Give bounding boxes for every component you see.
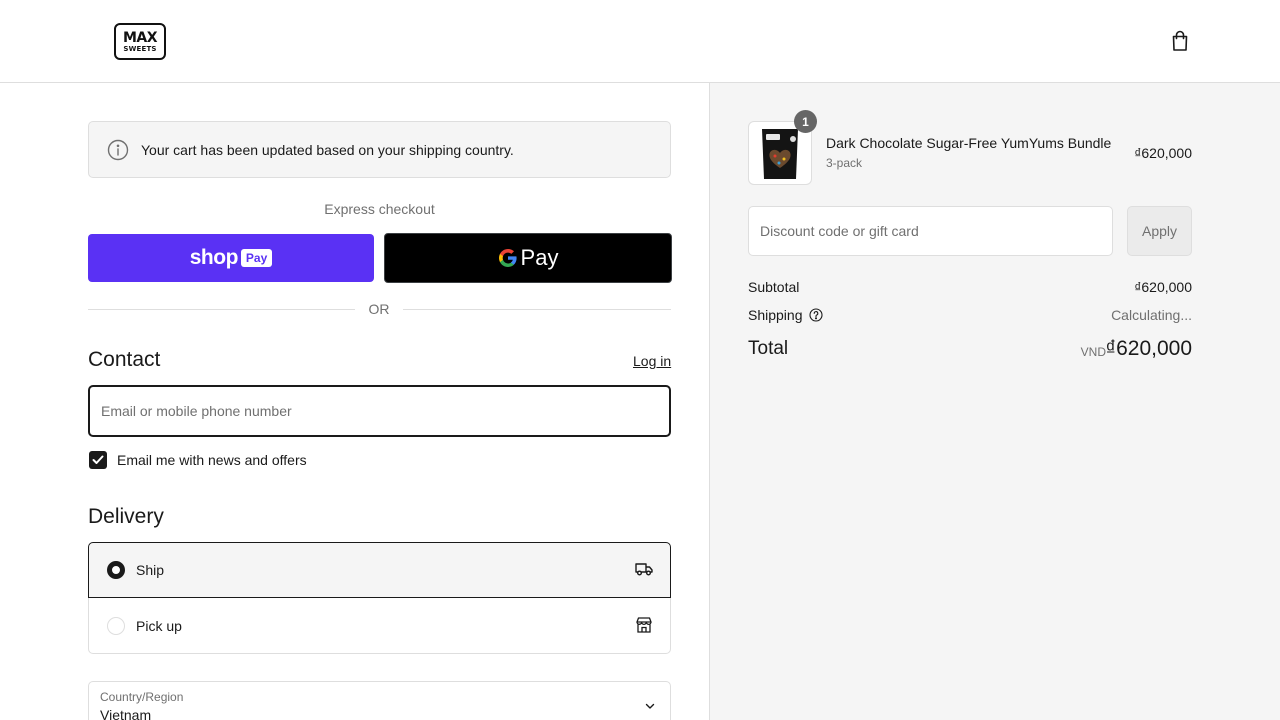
contact-heading: Contact <box>88 348 161 371</box>
delivery-heading: Delivery <box>88 505 164 528</box>
shop-pay-button[interactable]: shop Pay <box>88 234 374 282</box>
notice-text: Your cart has been updated based on your… <box>141 141 514 158</box>
order-summary: 1 Dark Chocolate Sugar-Free YumYums Bund… <box>710 83 1280 720</box>
express-checkout-label: Express checkout <box>324 201 435 217</box>
shopping-bag-icon <box>1172 30 1188 51</box>
logo-text-sweets: SWEETS <box>123 44 157 53</box>
shop-pay-badge: Pay <box>240 249 273 267</box>
google-pay-button[interactable]: Pay <box>384 233 672 283</box>
logo-text-max: MAX <box>122 29 158 46</box>
country-region-label: Country/Region <box>100 690 184 704</box>
newsletter-label: Email me with news and offers <box>117 452 307 468</box>
chevron-down-icon <box>645 703 655 709</box>
info-icon <box>107 139 129 160</box>
total-value: ₫620,000 <box>1105 337 1192 360</box>
truck-icon <box>635 563 653 576</box>
checkout-main: Your cart has been updated based on your… <box>0 83 710 720</box>
shipping-value: Calculating... <box>1111 307 1192 323</box>
ship-label: Ship <box>136 562 165 578</box>
country-region-select[interactable]: Country/Region Vietnam <box>88 681 671 720</box>
shipping-label: Shipping <box>748 307 803 323</box>
subtotal-value: ₫620,000 <box>1134 279 1192 295</box>
shop-pay-text: shop <box>189 246 239 269</box>
delivery-option-ship[interactable]: Ship <box>88 542 671 598</box>
login-link[interactable]: Log in <box>633 353 671 369</box>
cart-button[interactable] <box>1168 28 1192 54</box>
newsletter-checkbox[interactable] <box>89 451 107 469</box>
delivery-option-pickup[interactable]: Pick up <box>88 598 671 654</box>
checkout-header: MAX SWEETS <box>0 0 1280 83</box>
product-name: Dark Chocolate Sugar-Free YumYums Bundle <box>826 135 1112 151</box>
store-icon <box>636 617 652 633</box>
pickup-label: Pick up <box>136 617 182 634</box>
country-region-value: Vietnam <box>100 707 152 720</box>
apply-discount-button[interactable]: Apply <box>1127 206 1192 256</box>
product-price: ₫620,000 <box>1134 145 1192 161</box>
or-label: OR <box>355 301 403 317</box>
subtotal-label: Subtotal <box>748 279 800 295</box>
ship-radio[interactable] <box>107 561 125 579</box>
total-label: Total <box>748 338 789 359</box>
google-pay-text: Pay <box>520 245 559 270</box>
currency-code: VND <box>1080 345 1106 359</box>
google-g-icon <box>498 249 517 267</box>
email-or-phone-input[interactable] <box>88 385 671 437</box>
checkmark-icon <box>92 455 104 464</box>
product-variant: 3-pack <box>826 156 863 170</box>
help-icon[interactable] <box>808 308 823 322</box>
shipping-row-label: Shipping <box>748 307 823 323</box>
cart-updated-notice: Your cart has been updated based on your… <box>88 121 671 178</box>
max-sweets-logo[interactable]: MAX SWEETS <box>114 23 166 60</box>
product-bag-image <box>762 129 798 179</box>
pickup-radio[interactable] <box>107 616 125 635</box>
discount-code-input[interactable] <box>748 206 1113 256</box>
quantity-badge: 1 <box>794 110 817 133</box>
